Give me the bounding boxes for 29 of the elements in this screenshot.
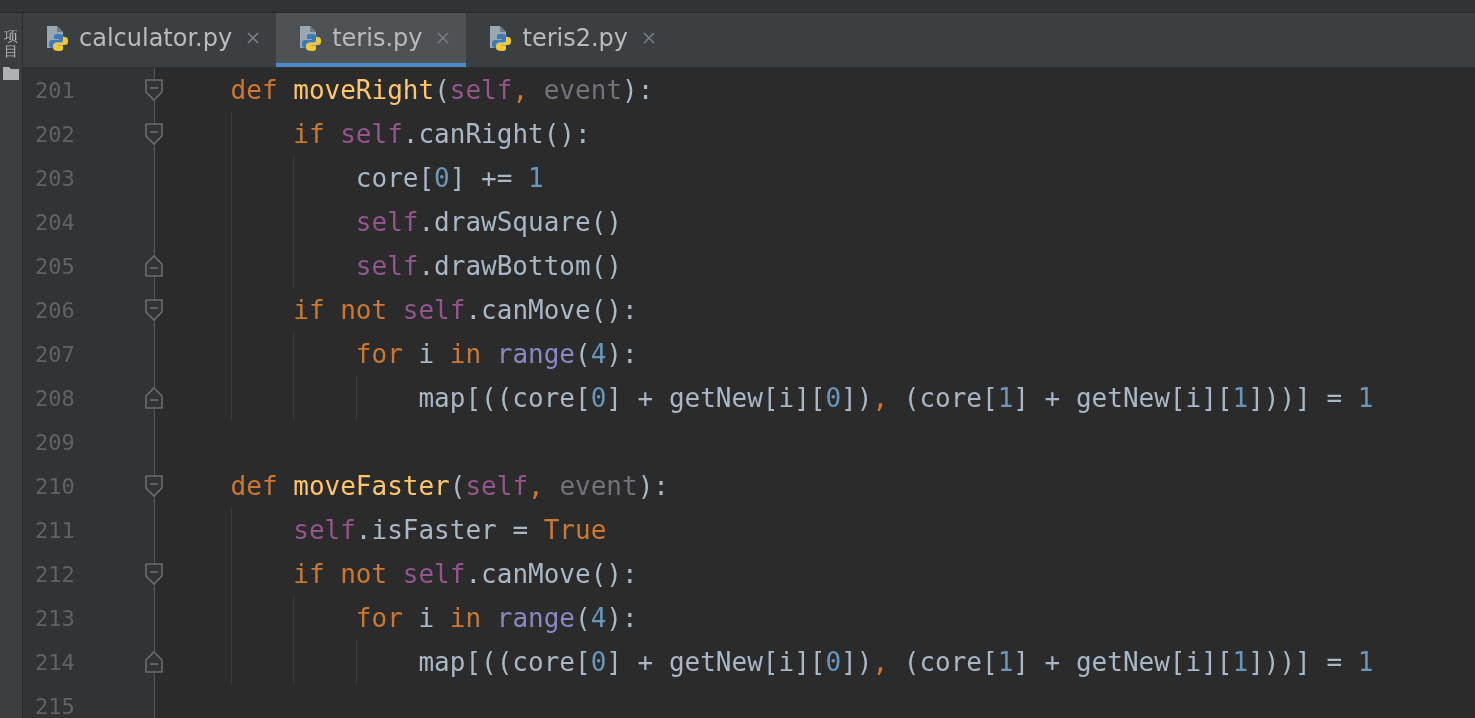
code-line: map[((core[0] + getNew[i][0]), (core[1] + getNew[i][1]))] = 1 [417,383,1374,413]
code-line: for i in range(4): [354,339,638,369]
fold-marker-icon[interactable] [145,650,163,674]
code-line: self.drawSquare() [354,207,622,237]
code-line: self.drawBottom() [354,251,622,281]
file-tab[interactable]: teris.py [276,13,467,67]
fold-marker-icon[interactable] [145,474,163,498]
code-line: def moveFaster(self, event): [229,471,669,501]
code-line: def moveRight(self, event): [229,75,654,105]
fold-marker-icon[interactable] [145,254,163,278]
code-line: core[0] += 1 [354,163,544,193]
close-icon[interactable] [436,31,451,45]
code-line: if not self.canMove(): [292,559,638,589]
file-tab[interactable]: calculator.py [23,13,277,67]
fold-marker-icon[interactable] [145,122,163,146]
fold-marker-icon[interactable] [145,298,163,322]
fold-marker-icon[interactable] [145,386,163,410]
code-line: if not self.canMove(): [292,295,638,325]
fold-marker-icon[interactable] [145,78,163,102]
file-tab[interactable]: teris2.py [466,13,673,67]
close-icon[interactable] [246,31,261,45]
project-panel-label[interactable]: 项目 [4,29,18,60]
code-line: map[((core[0] + getNew[i][0]), (core[1] + getNew[i][1]))] = 1 [417,647,1374,677]
close-icon[interactable] [642,31,657,45]
fold-marker-icon[interactable] [145,562,163,586]
code-line: self.isFaster = True [292,515,607,545]
code-line: if self.canRight(): [292,119,591,149]
folder-icon[interactable] [3,65,19,80]
code-line: for i in range(4): [354,603,638,633]
